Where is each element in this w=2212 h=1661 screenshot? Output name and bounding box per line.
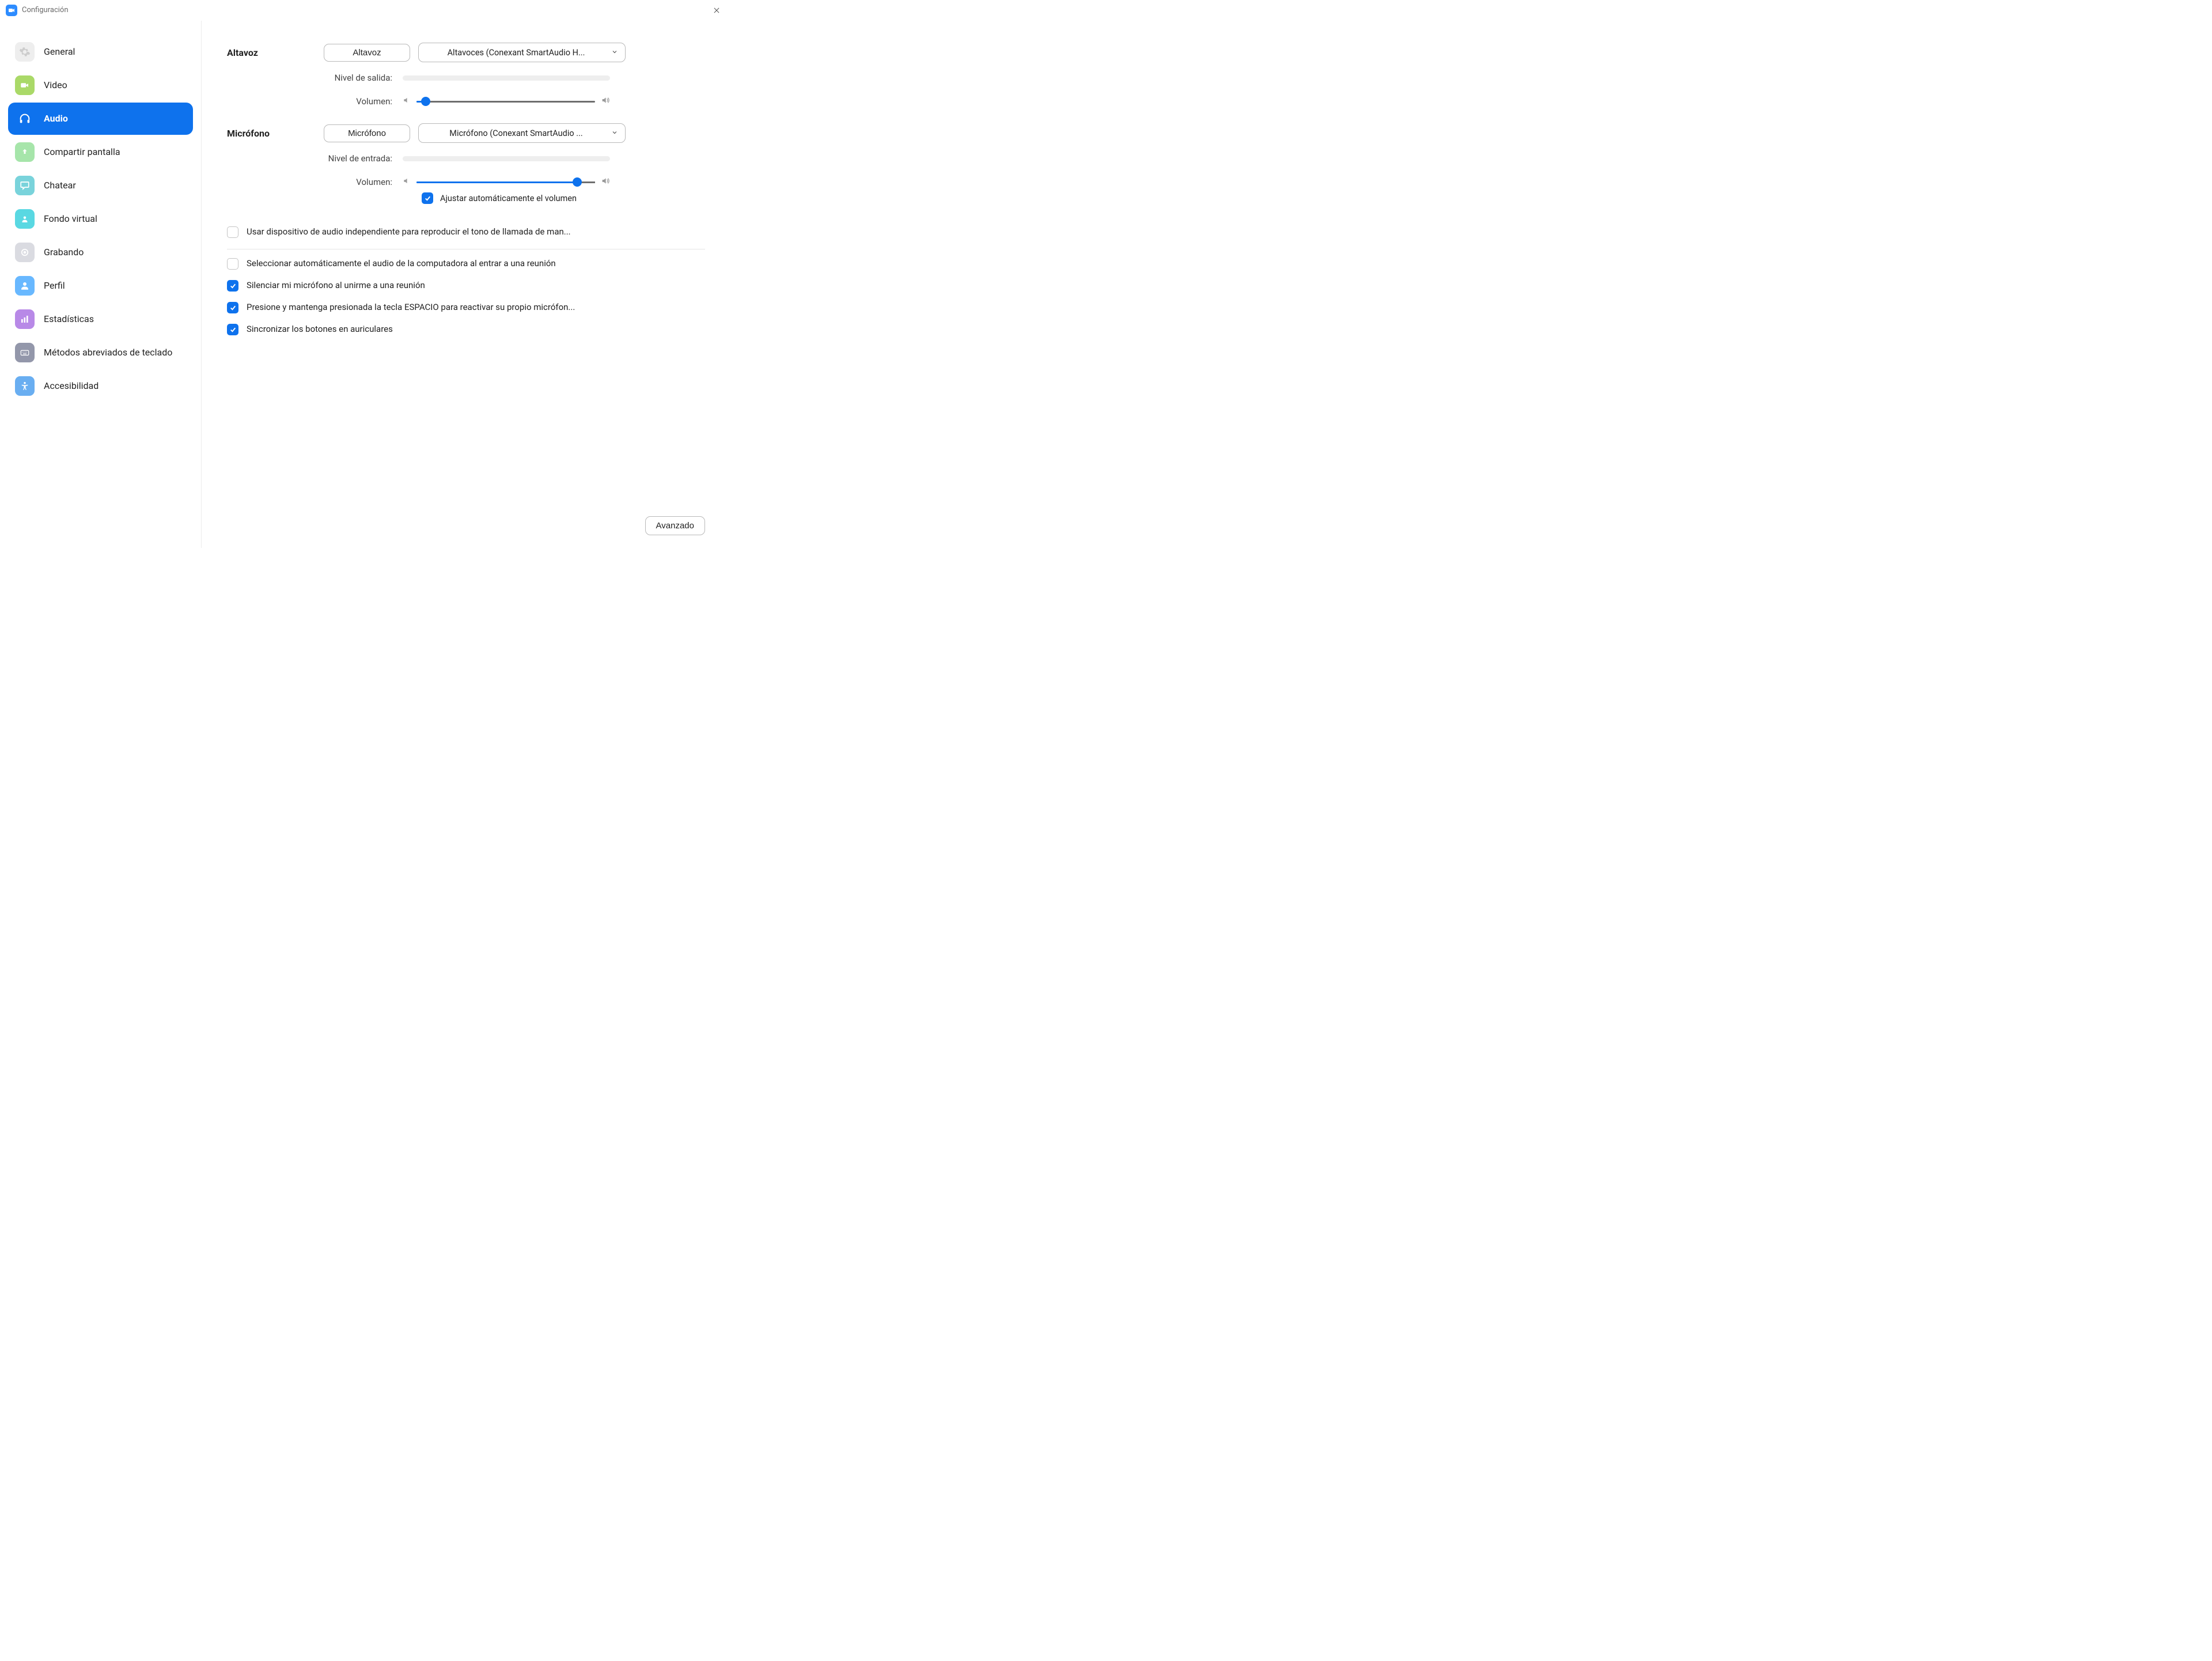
- titlebar: Configuración: [0, 0, 730, 21]
- speaker-volume-label: Volumen:: [227, 96, 403, 107]
- sync-headset-label: Sincronizar los botones en auriculares: [247, 324, 393, 334]
- gear-icon: [15, 42, 35, 62]
- advanced-button[interactable]: Avanzado: [645, 516, 705, 535]
- speaker-row: Altavoz Altavoz Altavoces (Conexant Smar…: [227, 43, 705, 62]
- mic-section-title: Micrófono: [227, 128, 324, 139]
- mic-volume-row: Volumen:: [227, 176, 705, 188]
- virtual-background-icon: [15, 209, 35, 229]
- keyboard-icon: [15, 343, 35, 362]
- sidebar-item-label: Grabando: [44, 247, 84, 258]
- input-level-label: Nivel de entrada:: [227, 153, 403, 164]
- mic-row: Micrófono Micrófono Micrófono (Conexant …: [227, 123, 705, 143]
- window-title: Configuración: [22, 6, 69, 14]
- separate-ringtone-checkbox[interactable]: [227, 226, 238, 238]
- mute-on-join-checkbox[interactable]: [227, 280, 238, 292]
- audio-settings-panel: Altavoz Altavoz Altavoces (Conexant Smar…: [202, 21, 730, 548]
- sidebar-item-label: Perfil: [44, 280, 65, 291]
- advanced-button-wrap: Avanzado: [645, 516, 705, 535]
- sync-headset-checkbox[interactable]: [227, 324, 238, 335]
- sidebar-item-label: Video: [44, 80, 67, 90]
- mic-device-select[interactable]: Micrófono (Conexant SmartAudio ...: [418, 123, 626, 143]
- mic-device-label: Micrófono (Conexant SmartAudio ...: [426, 128, 607, 138]
- sidebar-item-label: Accesibilidad: [44, 380, 99, 391]
- sidebar-item-virtual-background[interactable]: Fondo virtual: [8, 203, 193, 235]
- chevron-down-icon: [611, 128, 618, 138]
- input-level-meter: [403, 156, 610, 161]
- chat-icon: [15, 176, 35, 195]
- sidebar-item-keyboard-shortcuts[interactable]: Métodos abreviados de teclado: [8, 336, 193, 369]
- sidebar-item-statistics[interactable]: Estadísticas: [8, 303, 193, 335]
- output-level-label: Nivel de salida:: [227, 73, 403, 83]
- sidebar-item-label: General: [44, 46, 75, 57]
- speaker-output-level-row: Nivel de salida:: [227, 73, 705, 83]
- output-level-meter: [403, 75, 610, 81]
- space-unmute-label: Presione y mantenga presionada la tecla …: [247, 302, 575, 312]
- speaker-volume-slider[interactable]: [416, 97, 595, 105]
- auto-join-audio-label: Seleccionar automáticamente el audio de …: [247, 258, 556, 268]
- option-auto-join-audio: Seleccionar automáticamente el audio de …: [227, 253, 705, 275]
- sidebar-item-label: Compartir pantalla: [44, 146, 120, 157]
- profile-icon: [15, 276, 35, 296]
- video-icon: [15, 75, 35, 95]
- option-mute-on-join: Silenciar mi micrófono al unirme a una r…: [227, 275, 705, 297]
- test-mic-button[interactable]: Micrófono: [324, 124, 410, 142]
- speaker-low-icon: [403, 177, 411, 187]
- sidebar-item-recording[interactable]: Grabando: [8, 236, 193, 268]
- chevron-down-icon: [611, 48, 618, 58]
- sidebar-item-video[interactable]: Video: [8, 69, 193, 101]
- sidebar-item-profile[interactable]: Perfil: [8, 270, 193, 302]
- speaker-high-icon: [601, 176, 610, 188]
- sidebar: General Video Audio Compartir pantalla: [0, 21, 202, 548]
- close-button[interactable]: [709, 2, 725, 18]
- sidebar-item-label: Métodos abreviados de teclado: [44, 347, 172, 358]
- speaker-section-title: Altavoz: [227, 47, 324, 58]
- sidebar-item-label: Estadísticas: [44, 313, 94, 324]
- sidebar-item-audio[interactable]: Audio: [8, 103, 193, 135]
- sidebar-item-label: Chatear: [44, 180, 76, 191]
- test-speaker-button[interactable]: Altavoz: [324, 44, 410, 62]
- share-screen-icon: [15, 142, 35, 162]
- settings-window: Configuración General Video: [0, 0, 730, 548]
- sidebar-item-label: Fondo virtual: [44, 213, 97, 224]
- auto-join-audio-checkbox[interactable]: [227, 258, 238, 270]
- accessibility-icon: [15, 376, 35, 396]
- sidebar-item-label: Audio: [44, 113, 68, 124]
- headphones-icon: [15, 109, 35, 128]
- speaker-low-icon: [403, 96, 411, 107]
- space-unmute-checkbox[interactable]: [227, 302, 238, 313]
- sidebar-item-share-screen[interactable]: Compartir pantalla: [8, 136, 193, 168]
- separate-ringtone-label: Usar dispositivo de audio independiente …: [247, 226, 571, 237]
- option-space-unmute: Presione y mantenga presionada la tecla …: [227, 297, 705, 319]
- stats-icon: [15, 309, 35, 329]
- sidebar-item-general[interactable]: General: [8, 36, 193, 68]
- sidebar-item-chat[interactable]: Chatear: [8, 169, 193, 202]
- content: General Video Audio Compartir pantalla: [0, 21, 730, 548]
- mic-volume-label: Volumen:: [227, 177, 403, 187]
- mute-on-join-label: Silenciar mi micrófono al unirme a una r…: [247, 280, 425, 290]
- auto-adjust-checkbox[interactable]: [422, 192, 433, 204]
- speaker-high-icon: [601, 96, 610, 107]
- speaker-device-label: Altavoces (Conexant SmartAudio H...: [426, 48, 607, 58]
- option-sync-headset: Sincronizar los botones en auriculares: [227, 319, 705, 340]
- app-icon: [6, 5, 17, 16]
- record-icon: [15, 243, 35, 262]
- sidebar-item-accessibility[interactable]: Accesibilidad: [8, 370, 193, 402]
- option-separate-ringtone: Usar dispositivo de audio independiente …: [227, 221, 705, 243]
- auto-adjust-row: Ajustar automáticamente el volumen: [422, 192, 705, 204]
- speaker-device-select[interactable]: Altavoces (Conexant SmartAudio H...: [418, 43, 626, 62]
- speaker-volume-row: Volumen:: [227, 96, 705, 107]
- mic-input-level-row: Nivel de entrada:: [227, 153, 705, 164]
- auto-adjust-label: Ajustar automáticamente el volumen: [440, 194, 577, 203]
- mic-volume-slider[interactable]: [416, 178, 595, 186]
